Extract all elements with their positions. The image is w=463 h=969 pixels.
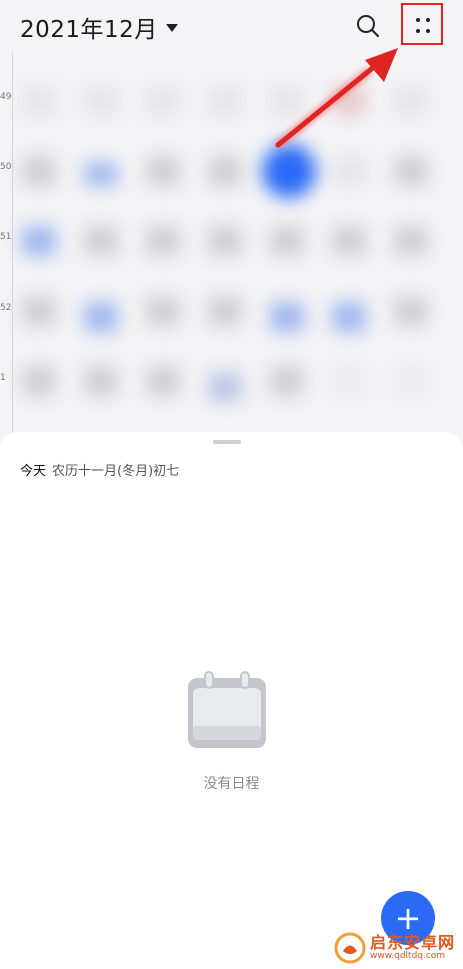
day-cell[interactable] bbox=[146, 226, 180, 256]
week-number: 50 bbox=[0, 162, 12, 172]
day-cell[interactable] bbox=[84, 226, 118, 256]
day-cell[interactable] bbox=[22, 296, 56, 326]
week-number-column: 49 50 51 52 1 bbox=[0, 52, 13, 432]
day-cell[interactable] bbox=[208, 296, 242, 326]
calendar-month-grid[interactable] bbox=[14, 52, 463, 432]
week-number: 1 bbox=[0, 373, 6, 383]
day-cell[interactable] bbox=[394, 156, 428, 186]
day-cell[interactable] bbox=[22, 226, 56, 256]
day-cell[interactable] bbox=[84, 162, 118, 186]
sheet-drag-handle[interactable] bbox=[213, 440, 241, 444]
day-cell[interactable] bbox=[332, 226, 366, 256]
day-cell[interactable] bbox=[146, 156, 180, 186]
more-options-icon-dot bbox=[416, 29, 420, 33]
empty-schedule-text: 没有日程 bbox=[203, 776, 260, 792]
day-cell[interactable] bbox=[270, 302, 304, 332]
month-selector-button[interactable]: 2021年12月 bbox=[20, 8, 178, 46]
day-cell[interactable] bbox=[332, 302, 366, 332]
day-cell[interactable] bbox=[84, 366, 118, 396]
search-button[interactable] bbox=[350, 8, 386, 44]
day-cell[interactable] bbox=[22, 156, 56, 186]
day-cell[interactable] bbox=[22, 366, 56, 396]
more-options-icon-dot bbox=[426, 18, 430, 22]
watermark-name: 启东安卓网 bbox=[370, 932, 456, 952]
week-number: 51 bbox=[0, 232, 12, 242]
day-cell[interactable] bbox=[146, 366, 180, 396]
day-cell[interactable] bbox=[270, 86, 304, 116]
more-options-icon-dot bbox=[426, 29, 430, 33]
day-cell[interactable] bbox=[270, 366, 304, 396]
day-cell[interactable] bbox=[84, 86, 118, 116]
day-cell[interactable] bbox=[394, 296, 428, 326]
calendar-header: 2021年12月 bbox=[0, 0, 463, 52]
day-cell[interactable] bbox=[394, 86, 428, 116]
week-number: 49 bbox=[0, 92, 12, 102]
month-title: 2021年12月 bbox=[20, 17, 158, 43]
day-cell[interactable] bbox=[208, 156, 242, 186]
today-label: 今天 bbox=[20, 464, 47, 479]
day-cell[interactable] bbox=[270, 226, 304, 256]
day-cell[interactable] bbox=[332, 156, 366, 186]
day-cell[interactable] bbox=[22, 86, 56, 116]
day-cell[interactable] bbox=[146, 296, 180, 326]
more-options-button[interactable] bbox=[401, 3, 443, 45]
search-icon bbox=[357, 15, 379, 37]
day-cell[interactable] bbox=[332, 366, 366, 396]
calendar-empty-icon bbox=[188, 671, 266, 748]
day-cell[interactable] bbox=[208, 372, 242, 402]
day-cell[interactable] bbox=[208, 86, 242, 116]
day-cell[interactable] bbox=[146, 86, 180, 116]
chevron-down-icon bbox=[165, 24, 178, 32]
day-cell[interactable] bbox=[84, 302, 118, 332]
day-cell[interactable] bbox=[394, 366, 428, 396]
lunar-date-label: 农历十一月(冬月)初七 bbox=[52, 464, 180, 479]
day-detail-sheet[interactable]: 今天 农历十一月(冬月)初七 没有日程 bbox=[0, 432, 463, 969]
watermark: 启东安卓网 www.qdltdq.com bbox=[334, 930, 455, 966]
watermark-logo-icon bbox=[334, 932, 366, 964]
selected-date-row: 今天 农历十一月(冬月)初七 bbox=[20, 460, 179, 479]
day-cell[interactable] bbox=[394, 226, 428, 256]
watermark-url: www.qdltdq.com bbox=[370, 950, 446, 961]
day-cell[interactable] bbox=[332, 86, 366, 116]
today-highlight[interactable] bbox=[262, 144, 316, 198]
more-options-icon bbox=[416, 18, 420, 22]
day-cell[interactable] bbox=[208, 226, 242, 256]
week-number: 52 bbox=[0, 303, 12, 313]
